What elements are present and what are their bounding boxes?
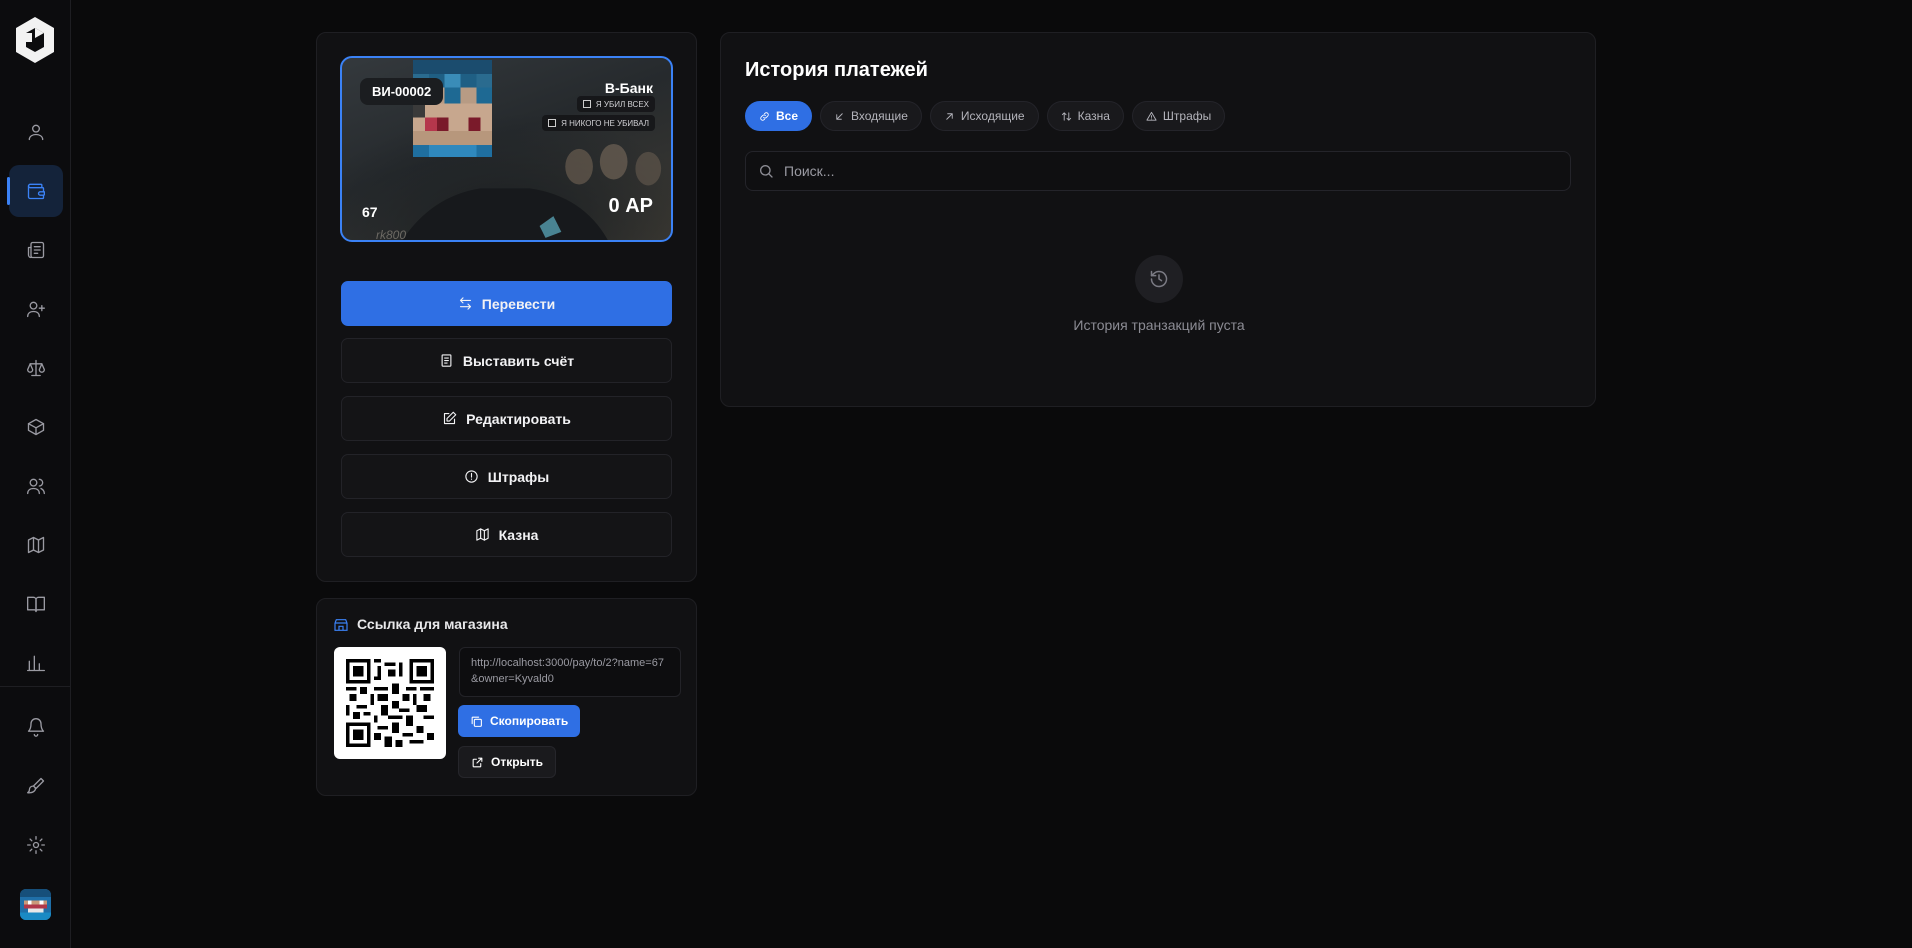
treasury-button[interactable]: Казна: [341, 512, 672, 557]
sidebar-item-map[interactable]: [9, 519, 63, 571]
sidebar-divider: [0, 686, 71, 687]
qr-code: [334, 647, 446, 759]
transfer-label: Перевести: [481, 295, 556, 312]
arrows-exchange-icon: [459, 297, 471, 310]
logo-icon[interactable]: [14, 16, 56, 64]
bar-chart-icon: [27, 655, 45, 672]
sidebar-item-add-user[interactable]: [9, 283, 63, 335]
tab-label: Входящие: [851, 109, 908, 123]
users-icon: [27, 478, 45, 495]
search-input[interactable]: [784, 163, 1544, 179]
brush-icon: [27, 777, 45, 794]
checkbox-checked-icon: [548, 119, 557, 127]
sidebar-item-profile[interactable]: [9, 106, 63, 158]
shop-link-url[interactable]: http://localhost:3000/pay/to/2?name=67&o…: [459, 647, 681, 697]
checkbox-icon: [582, 100, 591, 108]
edit-button[interactable]: Редактировать: [341, 396, 672, 441]
open-link-button[interactable]: Открыть: [458, 746, 557, 778]
copy-icon: [471, 716, 482, 727]
fines-button[interactable]: Штрафы: [341, 454, 672, 499]
card-id: ВИ-00002: [360, 78, 444, 105]
sidebar-item-news[interactable]: [9, 224, 63, 276]
copy-label: Скопировать: [490, 714, 569, 728]
tab-incoming[interactable]: Входящие: [820, 101, 922, 131]
card-checkbox-label: Я УБИЛ ВСЕХ: [595, 99, 649, 109]
open-label: Открыть: [491, 755, 544, 769]
sidebar-item-wallet[interactable]: [7, 165, 63, 217]
fines-label: Штрафы: [487, 468, 550, 485]
tab-outgoing[interactable]: Исходящие: [929, 101, 1039, 131]
store-icon: [333, 617, 349, 633]
package-icon: [27, 418, 45, 436]
sidebar-item-book[interactable]: [9, 578, 63, 630]
sidebar-item-stats[interactable]: [9, 637, 63, 689]
bell-icon: [27, 718, 45, 737]
tab-fines[interactable]: Штрафы: [1131, 101, 1226, 131]
document-icon: [441, 354, 452, 367]
history-filter-tabs: Все Входящие Исходящие Казна Штрафы: [745, 101, 1226, 131]
shop-link-title: Ссылка для магазина: [357, 616, 508, 632]
tab-label: Казна: [1077, 109, 1110, 123]
sidebar: [0, 0, 71, 948]
card-bank-name: В-Банк: [604, 80, 653, 96]
sidebar-item-notifications[interactable]: [9, 701, 63, 753]
warning-triangle-icon: [1146, 111, 1157, 121]
card-checkbox-killed-all[interactable]: Я УБИЛ ВСЕХ: [576, 96, 655, 112]
account-panel: ВИ-00002 В-Банк Я УБИЛ ВСЕХ Я НИКОГО НЕ …: [316, 32, 697, 582]
card-checkbox-killed-none[interactable]: Я НИКОГО НЕ УБИВАЛ: [542, 115, 655, 131]
newspaper-icon: [27, 241, 45, 259]
arrow-down-left-icon: [836, 112, 843, 120]
map-icon: [475, 528, 489, 541]
invoice-label: Выставить счёт: [462, 352, 575, 369]
transfer-button[interactable]: Перевести: [341, 281, 672, 326]
history-icon: [1135, 255, 1183, 303]
tab-label: Все: [776, 109, 799, 123]
card-checkbox-label: Я НИКОГО НЕ УБИВАЛ: [561, 118, 649, 128]
sidebar-item-users[interactable]: [9, 460, 63, 512]
arrow-up-right-icon: [946, 112, 953, 120]
user-plus-icon: [27, 301, 45, 318]
link-icon: [760, 111, 769, 121]
book-icon: [27, 596, 45, 613]
tab-all[interactable]: Все: [745, 101, 813, 131]
treasury-label: Казна: [498, 526, 539, 543]
card-balance: 0 АР: [608, 195, 653, 217]
edit-icon: [444, 411, 457, 425]
avatar[interactable]: [20, 889, 51, 920]
sidebar-item-packages[interactable]: [9, 401, 63, 453]
sidebar-item-theme[interactable]: [9, 760, 63, 812]
scale-icon: [27, 359, 45, 377]
user-icon: [28, 124, 44, 141]
search-field: [745, 151, 1571, 191]
tab-label: Штрафы: [1162, 109, 1212, 123]
payment-history-panel: История платежей Все Входящие Исходящие …: [720, 32, 1596, 407]
empty-state-message: История транзакций пуста: [1073, 317, 1245, 333]
card-number: 67: [362, 204, 378, 220]
sidebar-item-settings[interactable]: [9, 819, 63, 871]
settings-icon: [27, 836, 45, 854]
page-title: История платежей: [745, 59, 928, 81]
external-link-icon: [472, 757, 483, 767]
tab-label: Исходящие: [960, 109, 1025, 123]
invoice-button[interactable]: Выставить счёт: [341, 338, 672, 383]
shop-link-panel: Ссылка для магазина http://localhost:300…: [316, 598, 697, 796]
alert-circle-icon: [465, 470, 478, 483]
arrows-up-down-icon: [1061, 111, 1071, 121]
wallet-icon: [27, 183, 45, 200]
sidebar-item-court[interactable]: [9, 342, 63, 394]
card-signature: rk800: [376, 228, 407, 242]
bank-card[interactable]: ВИ-00002 В-Банк Я УБИЛ ВСЕХ Я НИКОГО НЕ …: [340, 56, 673, 242]
edit-label: Редактировать: [466, 410, 571, 427]
search-icon: [760, 165, 773, 178]
copy-button[interactable]: Скопировать: [458, 705, 581, 737]
map-icon: [27, 536, 45, 554]
tab-treasury[interactable]: Казна: [1046, 101, 1124, 131]
